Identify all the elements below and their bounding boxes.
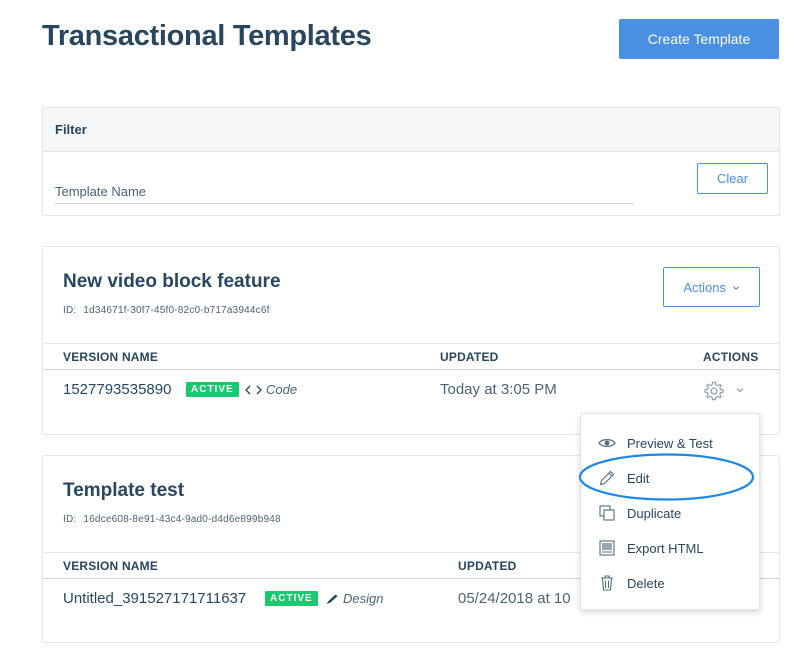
col-updated: UPDATED xyxy=(458,559,517,573)
template-name-input[interactable] xyxy=(55,180,634,204)
gear-icon[interactable] xyxy=(703,380,725,402)
editor-type-label: Code xyxy=(266,382,298,397)
menu-item-export-html[interactable]: Export HTML xyxy=(581,533,759,563)
menu-item-label: Preview & Test xyxy=(627,435,713,451)
export-html-icon xyxy=(599,540,615,556)
table-row: 1527793535890 ACTIVE Code Today at 3:05 … xyxy=(43,371,780,411)
version-actions-menu: Preview & Test Edit Duplicate Export HTM… xyxy=(580,413,760,610)
menu-item-label: Duplicate xyxy=(627,505,682,521)
template-id-label: ID: xyxy=(63,305,77,316)
version-updated: Today at 3:05 PM xyxy=(440,381,557,398)
col-version-name: VERSION NAME xyxy=(63,559,159,573)
template-name: New video block feature xyxy=(63,271,281,292)
duplicate-icon xyxy=(599,505,615,521)
trash-icon xyxy=(601,575,613,591)
page-title: Transactional Templates xyxy=(42,20,372,52)
menu-item-edit[interactable]: Edit xyxy=(581,463,759,493)
menu-item-label: Delete xyxy=(627,575,665,591)
template-id-label: ID: xyxy=(63,514,77,525)
actions-button-label: Actions xyxy=(683,279,726,295)
version-name[interactable]: 1527793535890 xyxy=(63,381,171,398)
version-updated: 05/24/2018 at 10 xyxy=(458,590,571,607)
filter-panel: Filter Clear xyxy=(42,107,780,216)
editor-type-label: Design xyxy=(343,591,384,606)
pencil-icon xyxy=(326,594,338,604)
filter-heading: Filter xyxy=(43,108,779,152)
version-name[interactable]: Untitled_391527171711637 xyxy=(63,590,246,607)
versions-table-header: VERSION NAME UPDATED ACTIONS xyxy=(43,343,780,370)
editor-type: Design xyxy=(325,591,383,606)
clear-filter-button[interactable]: Clear xyxy=(697,163,768,194)
menu-item-preview-test[interactable]: Preview & Test xyxy=(581,428,759,458)
col-version-name: VERSION NAME xyxy=(63,350,159,364)
pencil-icon xyxy=(599,470,615,486)
code-icon xyxy=(245,385,262,394)
template-id: ID: 1d34671f-30f7-45f0-82c0-b717a3944c6f xyxy=(63,305,270,316)
menu-item-duplicate[interactable]: Duplicate xyxy=(581,498,759,528)
eye-icon xyxy=(598,439,616,447)
actions-dropdown-button[interactable]: Actions xyxy=(663,267,760,307)
template-id: ID: 16dce608-8e91-43c4-9ad0-d4d6e899b948 xyxy=(63,514,281,525)
menu-item-delete[interactable]: Delete xyxy=(581,568,759,598)
menu-item-label: Edit xyxy=(627,470,650,486)
status-badge: ACTIVE xyxy=(265,591,318,606)
chevron-down-icon xyxy=(732,286,739,291)
template-card: New video block feature ID: 1d34671f-30f… xyxy=(42,246,780,435)
status-badge: ACTIVE xyxy=(186,382,239,397)
editor-type: Code xyxy=(245,382,297,397)
template-id-value: 16dce608-8e91-43c4-9ad0-d4d6e899b948 xyxy=(83,514,281,525)
chevron-down-icon[interactable] xyxy=(735,385,745,395)
template-id-value: 1d34671f-30f7-45f0-82c0-b717a3944c6f xyxy=(83,305,270,316)
create-template-button[interactable]: Create Template xyxy=(619,19,779,59)
col-updated: UPDATED xyxy=(440,350,499,364)
template-name: Template test xyxy=(63,480,185,501)
col-actions: ACTIONS xyxy=(703,350,759,364)
menu-item-label: Export HTML xyxy=(627,540,704,556)
